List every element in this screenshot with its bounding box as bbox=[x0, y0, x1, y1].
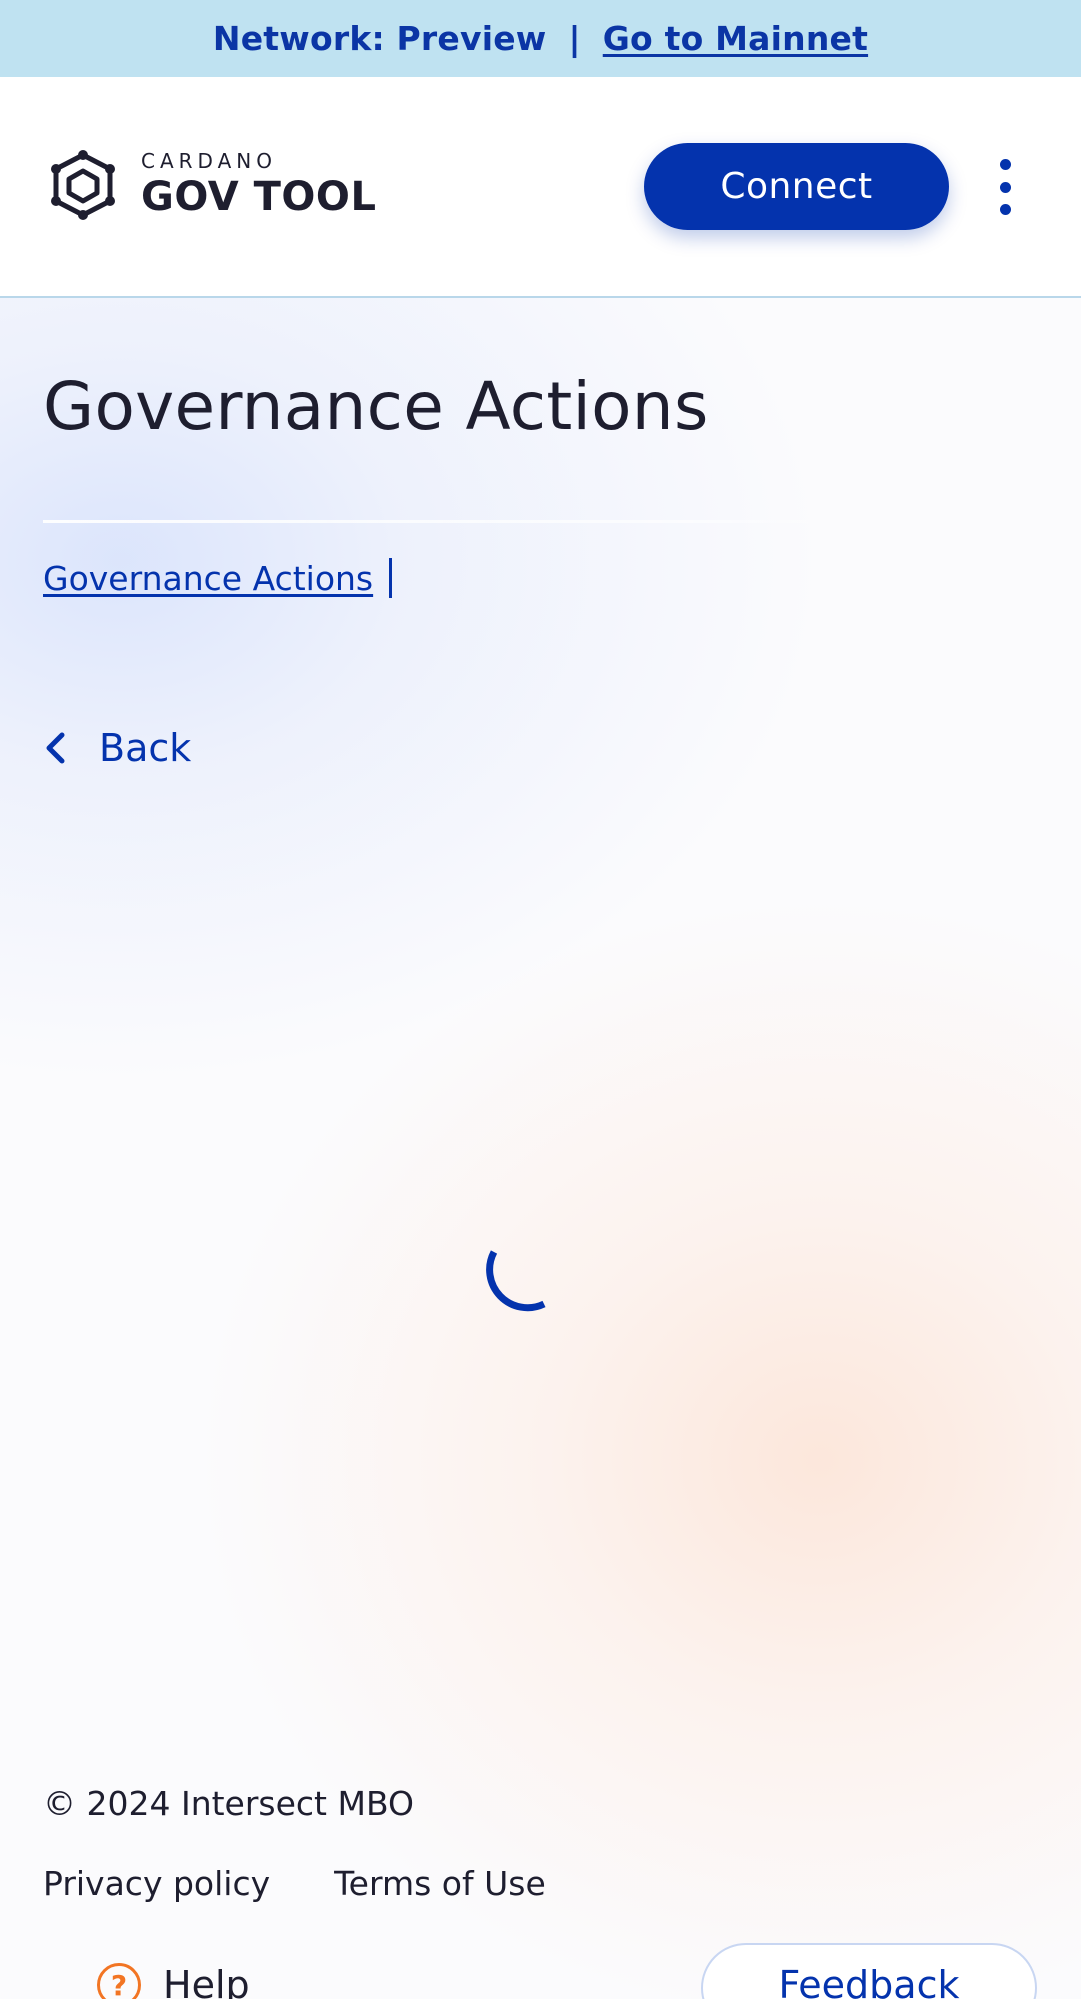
help-button[interactable]: ? Help bbox=[97, 1963, 250, 1999]
spinner-icon bbox=[486, 1250, 546, 1312]
header: CARDANO GOV TOOL Connect bbox=[0, 77, 1081, 298]
breadcrumb-governance-actions-link[interactable]: Governance Actions bbox=[43, 559, 373, 598]
breadcrumb-separator bbox=[389, 558, 393, 598]
breadcrumb: Governance Actions bbox=[43, 556, 393, 600]
go-to-mainnet-link[interactable]: Go to Mainnet bbox=[603, 19, 868, 58]
logo-cardano-text: CARDANO bbox=[141, 149, 277, 173]
banner-separator: | bbox=[568, 19, 581, 58]
terms-of-use-link[interactable]: Terms of Use bbox=[334, 1864, 546, 1903]
kebab-menu-icon[interactable] bbox=[985, 159, 1025, 215]
menu-dot bbox=[999, 204, 1011, 215]
copyright-text: © 2024 Intersect MBO bbox=[43, 1784, 414, 1823]
logo[interactable]: CARDANO GOV TOOL bbox=[43, 145, 376, 225]
back-label: Back bbox=[99, 726, 192, 770]
privacy-policy-link[interactable]: Privacy policy bbox=[43, 1864, 270, 1903]
title-divider bbox=[43, 520, 843, 523]
chevron-left-icon bbox=[46, 732, 65, 764]
page-background bbox=[0, 0, 1081, 1999]
network-label: Network: Preview bbox=[212, 19, 547, 58]
help-label: Help bbox=[163, 1963, 250, 1999]
menu-dot bbox=[999, 181, 1011, 193]
menu-dot bbox=[999, 159, 1011, 170]
feedback-button[interactable]: Feedback bbox=[701, 1943, 1037, 1999]
back-button[interactable]: Back bbox=[43, 722, 191, 774]
footer-links: Privacy policy Terms of Use bbox=[43, 1864, 546, 1903]
cardano-logo-icon bbox=[51, 150, 115, 220]
logo-text: CARDANO GOV TOOL bbox=[141, 151, 376, 219]
help-icon: ? bbox=[97, 1963, 141, 1999]
network-banner: Network: Preview | Go to Mainnet bbox=[0, 0, 1081, 77]
logo-govtool-text: GOV TOOL bbox=[141, 174, 377, 220]
connect-button[interactable]: Connect bbox=[644, 143, 949, 230]
page-title: Governance Actions bbox=[43, 368, 709, 445]
